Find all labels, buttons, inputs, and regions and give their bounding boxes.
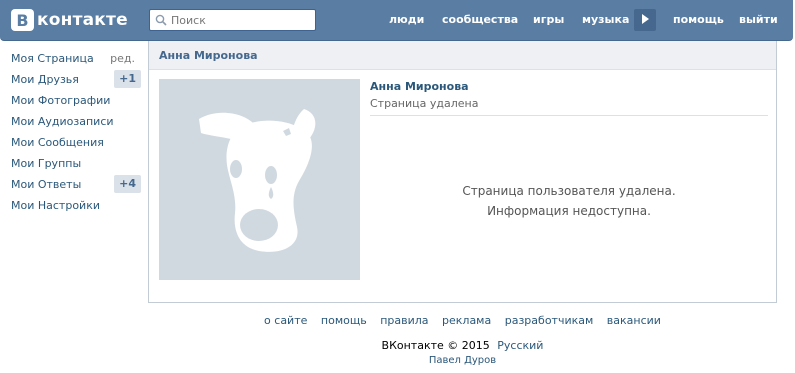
footer-author-link[interactable]: Павел Дуров [148,355,777,366]
sidebar-item-my-page[interactable]: Моя Страница ред. [0,48,145,69]
profile-status: Страница удалена [370,97,479,110]
nav-music[interactable]: музыка [582,13,629,26]
deleted-message-line2: Информация недоступна. [487,204,651,218]
language-link[interactable]: Русский [497,339,543,352]
edit-link[interactable]: ред. [110,52,135,65]
sidebar-item-label: Мои Настройки [11,199,100,212]
nav-games[interactable]: игры [533,13,564,26]
search-box[interactable] [149,9,316,31]
logo-text: контакте [37,10,128,30]
nav-communities[interactable]: сообщества [442,13,518,26]
deleted-message: Страница пользователя удалена. Информаци… [370,181,768,221]
sidebar-item-label: Мои Аудиозаписи [11,115,114,128]
audio-play-button[interactable] [634,9,656,31]
sidebar-item-messages[interactable]: Мои Сообщения [0,132,145,153]
profile-name[interactable]: Анна Миронова [370,80,469,93]
sidebar-item-label: Мои Сообщения [11,136,104,149]
sad-dog-icon [199,109,316,252]
footer-link-help[interactable]: помощь [321,314,367,327]
count-badge: +1 [114,70,141,88]
logo-letter: В [11,9,34,31]
profile-panel: Анна Миронова Анна Миронова Страница уда… [148,41,777,303]
sidebar-item-groups[interactable]: Мои Группы [0,153,145,174]
footer-links: о сайте помощь правила реклама разработч… [148,314,777,327]
sidebar-item-photos[interactable]: Мои Фотографии [0,90,145,111]
search-input[interactable] [171,11,311,29]
top-header: В контакте люди сообщества игры музыка п… [0,0,793,41]
search-icon [155,14,168,27]
sidebar-item-label: Мои Группы [11,157,82,170]
sidebar-item-settings[interactable]: Мои Настройки [0,195,145,216]
vk-logo[interactable]: В контакте [11,8,128,32]
sidebar-item-label: Мои Фотографии [11,94,111,107]
sidebar-item-answers[interactable]: Мои Ответы +4 [0,174,145,195]
sidebar-item-label: Мои Ответы [11,178,82,191]
nav-people[interactable]: люди [389,13,424,26]
deleted-avatar [159,79,360,280]
footer-link-rules[interactable]: правила [380,314,428,327]
sidebar-item-label: Моя Страница [11,52,94,65]
play-icon [641,13,649,27]
nav-help[interactable]: помощь [673,13,724,26]
footer-link-ads[interactable]: реклама [442,314,491,327]
footer-link-about[interactable]: о сайте [264,314,307,327]
sidebar-item-label: Мои Друзья [11,73,79,86]
divider [370,115,768,116]
footer-copyright: ВКонтакте © 2015 Русский [148,339,777,352]
page-title: Анна Миронова [149,41,776,70]
footer-link-jobs[interactable]: вакансии [607,314,661,327]
sidebar-item-friends[interactable]: Мои Друзья +1 [0,69,145,90]
deleted-message-line1: Страница пользователя удалена. [462,184,676,198]
footer-link-developers[interactable]: разработчикам [505,314,594,327]
sidebar-item-audio[interactable]: Мои Аудиозаписи [0,111,145,132]
copyright-text: ВКонтакте © 2015 [381,339,490,352]
nav-logout[interactable]: выйти [739,13,778,26]
count-badge: +4 [114,175,141,193]
